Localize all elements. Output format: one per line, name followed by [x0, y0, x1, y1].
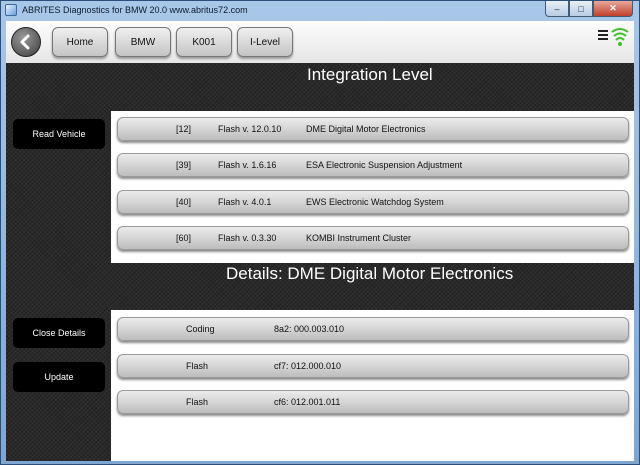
hamburger-menu-icon[interactable]	[598, 30, 608, 40]
ecu-flash: Flash v. 4.0.1	[218, 197, 272, 207]
detail-value: cf7: 012.000.010	[274, 361, 342, 371]
detail-label: Flash	[186, 397, 209, 407]
ecu-id: [12]	[176, 124, 192, 134]
integration-level-title: Integration Level	[307, 65, 433, 84]
ecu-name: ESA Electronic Suspension Adjustment	[306, 160, 463, 170]
application-window: ABRITES Diagnostics for BMW 20.0 www.abr…	[0, 0, 640, 465]
ecu-flash: Flash v. 12.0.10	[218, 124, 282, 134]
ecu-flash: Flash v. 0.3.30	[218, 233, 277, 243]
ecu-flash: Flash v. 1.6.16	[218, 160, 277, 170]
minimize-button[interactable]: –	[545, 1, 569, 17]
detail-row[interactable]: Flash cf7: 012.000.010	[117, 354, 629, 378]
ecu-row[interactable]: [60] Flash v. 0.3.30 KOMBI Instrument Cl…	[117, 226, 629, 250]
app-icon	[5, 4, 17, 16]
ecu-row[interactable]: [12] Flash v. 12.0.10 DME Digital Motor …	[117, 117, 629, 141]
detail-row[interactable]: Flash cf6: 012.001.011	[117, 390, 629, 414]
detail-row[interactable]: Coding 8a2: 000.003.010	[117, 317, 629, 341]
toolbar: Home BMW K001 I-Level	[6, 21, 634, 63]
detail-label: Flash	[186, 361, 209, 371]
home-button[interactable]: Home	[52, 27, 108, 57]
signal-strength-icon	[611, 28, 629, 46]
read-vehicle-button[interactable]: Read Vehicle	[13, 119, 105, 149]
ecu-row[interactable]: [39] Flash v. 1.6.16 ESA Electronic Susp…	[117, 153, 629, 177]
ecu-name: DME Digital Motor Electronics	[306, 124, 426, 134]
back-button[interactable]	[11, 27, 41, 57]
ecu-name: EWS Electronic Watchdog System	[306, 197, 444, 207]
details-title: Details: DME Digital Motor Electronics	[226, 264, 514, 283]
detail-label: Coding	[186, 324, 215, 334]
client-area: Home BMW K001 I-Level Integration Level …	[6, 21, 634, 461]
ecu-id: [60]	[176, 233, 192, 243]
ecu-id: [40]	[176, 197, 192, 207]
window-title: ABRITES Diagnostics for BMW 20.0 www.abr…	[22, 5, 248, 15]
integration-list: [12] Flash v. 12.0.10 DME Digital Motor …	[111, 111, 634, 263]
update-button[interactable]: Update	[13, 362, 105, 392]
close-window-button[interactable]: ✕	[593, 1, 633, 17]
close-details-button[interactable]: Close Details	[13, 318, 105, 348]
details-list: Coding 8a2: 000.003.010 Flash cf7: 012.0…	[111, 310, 634, 461]
title-bar: ABRITES Diagnostics for BMW 20.0 www.abr…	[1, 1, 639, 19]
ecu-row[interactable]: [40] Flash v. 4.0.1 EWS Electronic Watch…	[117, 190, 629, 214]
bmw-button[interactable]: BMW	[115, 27, 171, 57]
window-controls: – □ ✕	[545, 1, 633, 17]
detail-value: 8a2: 000.003.010	[274, 324, 345, 334]
back-arrow-icon	[20, 34, 30, 50]
ecu-name: KOMBI Instrument Cluster	[306, 233, 412, 243]
main-content: Integration Level Read Vehicle [12] Flas…	[6, 63, 634, 461]
i-level-button[interactable]: I-Level	[237, 27, 293, 57]
detail-value: cf6: 012.001.011	[274, 397, 341, 407]
ecu-id: [39]	[176, 160, 192, 170]
k001-button[interactable]: K001	[176, 27, 232, 57]
maximize-button[interactable]: □	[569, 1, 593, 17]
